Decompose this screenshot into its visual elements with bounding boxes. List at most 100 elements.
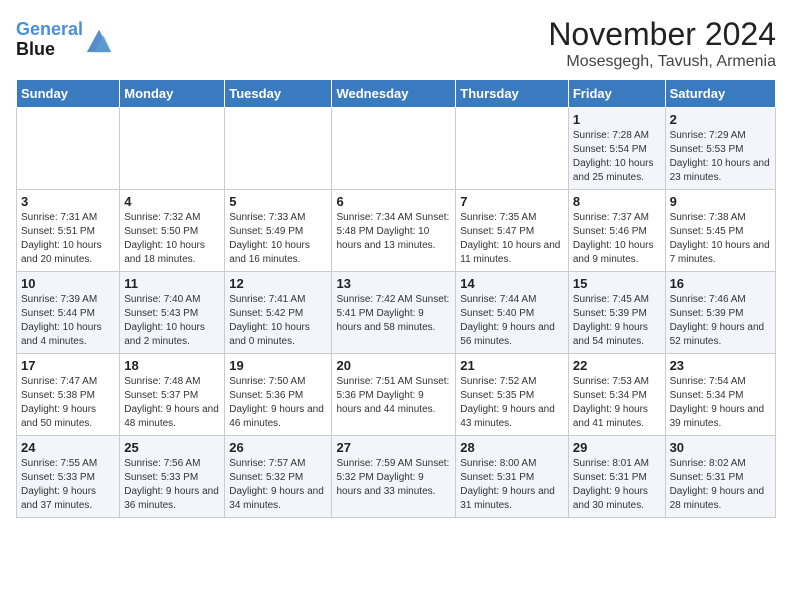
day-info: Sunrise: 7:59 AM Sunset: 5:32 PM Dayligh… xyxy=(336,457,451,499)
day-number: 20 xyxy=(336,358,451,373)
day-info: Sunrise: 7:52 AM Sunset: 5:35 PM Dayligh… xyxy=(460,375,564,431)
calendar-cell: 5 Sunrise: 7:33 AM Sunset: 5:49 PM Daylig… xyxy=(225,190,332,272)
calendar-cell: 9 Sunrise: 7:38 AM Sunset: 5:45 PM Daylig… xyxy=(665,190,775,272)
day-number: 14 xyxy=(460,276,564,291)
day-number: 11 xyxy=(124,276,220,291)
calendar-week-row: 24Sunrise: 7:55 AM Sunset: 5:33 PM Dayli… xyxy=(17,436,776,518)
day-number: 27 xyxy=(336,440,451,455)
day-number: 22 xyxy=(573,358,661,373)
day-number: 26 xyxy=(229,440,327,455)
calendar-week-row: 3Sunrise: 7:31 AM Sunset: 5:51 PM Daylig… xyxy=(17,190,776,272)
calendar-cell: 18Sunrise: 7:48 AM Sunset: 5:37 PM Dayli… xyxy=(120,354,225,436)
calendar-header-row: SundayMondayTuesdayWednesdayThursdayFrid… xyxy=(17,80,776,108)
calendar-cell: 30 Sunrise: 8:02 AM Sunset: 5:31 PM Dayli… xyxy=(665,436,775,518)
page-header: GeneralBlue November 2024 Mosesgegh, Tav… xyxy=(16,16,776,71)
day-info: Sunrise: 7:55 AM Sunset: 5:33 PM Dayligh… xyxy=(21,457,115,513)
calendar-cell: 6 Sunrise: 7:34 AM Sunset: 5:48 PM Daylig… xyxy=(332,190,456,272)
day-info: Sunrise: 7:37 AM Sunset: 5:46 PM Dayligh… xyxy=(573,211,661,267)
day-info: Sunrise: 7:42 AM Sunset: 5:41 PM Dayligh… xyxy=(336,293,451,335)
day-info: Sunrise: 8:00 AM Sunset: 5:31 PM Dayligh… xyxy=(460,457,564,513)
day-info: Sunrise: 7:38 AM Sunset: 5:45 PM Dayligh… xyxy=(670,211,771,267)
day-number: 12 xyxy=(229,276,327,291)
calendar-cell xyxy=(225,108,332,190)
main-title: November 2024 xyxy=(548,16,776,53)
day-number: 2 xyxy=(670,112,771,127)
calendar-cell: 22 Sunrise: 7:53 AM Sunset: 5:34 PM Dayli… xyxy=(568,354,665,436)
day-number: 30 xyxy=(670,440,771,455)
day-number: 6 xyxy=(336,194,451,209)
col-header-friday: Friday xyxy=(568,80,665,108)
day-number: 17 xyxy=(21,358,115,373)
calendar-cell: 7 Sunrise: 7:35 AM Sunset: 5:47 PM Daylig… xyxy=(456,190,569,272)
col-header-sunday: Sunday xyxy=(17,80,120,108)
col-header-tuesday: Tuesday xyxy=(225,80,332,108)
calendar-cell: 4 Sunrise: 7:32 AM Sunset: 5:50 PM Daylig… xyxy=(120,190,225,272)
day-info: Sunrise: 7:40 AM Sunset: 5:43 PM Dayligh… xyxy=(124,293,220,349)
day-number: 5 xyxy=(229,194,327,209)
calendar-week-row: 1 Sunrise: 7:28 AM Sunset: 5:54 PM Daylig… xyxy=(17,108,776,190)
calendar-cell: 1 Sunrise: 7:28 AM Sunset: 5:54 PM Daylig… xyxy=(568,108,665,190)
calendar-cell: 8Sunrise: 7:37 AM Sunset: 5:46 PM Daylig… xyxy=(568,190,665,272)
col-header-saturday: Saturday xyxy=(665,80,775,108)
col-header-wednesday: Wednesday xyxy=(332,80,456,108)
day-number: 3 xyxy=(21,194,115,209)
calendar-cell: 24Sunrise: 7:55 AM Sunset: 5:33 PM Dayli… xyxy=(17,436,120,518)
subtitle: Mosesgegh, Tavush, Armenia xyxy=(548,53,776,71)
calendar-cell: 3Sunrise: 7:31 AM Sunset: 5:51 PM Daylig… xyxy=(17,190,120,272)
day-info: Sunrise: 7:39 AM Sunset: 5:44 PM Dayligh… xyxy=(21,293,115,349)
day-number: 1 xyxy=(573,112,661,127)
calendar-cell: 28 Sunrise: 8:00 AM Sunset: 5:31 PM Dayli… xyxy=(456,436,569,518)
day-number: 15 xyxy=(573,276,661,291)
day-number: 21 xyxy=(460,358,564,373)
day-info: Sunrise: 7:33 AM Sunset: 5:49 PM Dayligh… xyxy=(229,211,327,267)
calendar-cell: 21 Sunrise: 7:52 AM Sunset: 5:35 PM Dayli… xyxy=(456,354,569,436)
day-number: 29 xyxy=(573,440,661,455)
calendar-cell: 29 Sunrise: 8:01 AM Sunset: 5:31 PM Dayli… xyxy=(568,436,665,518)
day-number: 4 xyxy=(124,194,220,209)
day-number: 9 xyxy=(670,194,771,209)
day-number: 10 xyxy=(21,276,115,291)
calendar-cell: 2 Sunrise: 7:29 AM Sunset: 5:53 PM Daylig… xyxy=(665,108,775,190)
day-info: Sunrise: 7:32 AM Sunset: 5:50 PM Dayligh… xyxy=(124,211,220,267)
calendar-cell: 11 Sunrise: 7:40 AM Sunset: 5:43 PM Dayli… xyxy=(120,272,225,354)
day-number: 13 xyxy=(336,276,451,291)
calendar-cell: 20 Sunrise: 7:51 AM Sunset: 5:36 PM Dayli… xyxy=(332,354,456,436)
day-info: Sunrise: 7:46 AM Sunset: 5:39 PM Dayligh… xyxy=(670,293,771,349)
day-info: Sunrise: 7:28 AM Sunset: 5:54 PM Dayligh… xyxy=(573,129,661,185)
day-info: Sunrise: 7:51 AM Sunset: 5:36 PM Dayligh… xyxy=(336,375,451,417)
col-header-thursday: Thursday xyxy=(456,80,569,108)
calendar-cell xyxy=(17,108,120,190)
day-info: Sunrise: 8:01 AM Sunset: 5:31 PM Dayligh… xyxy=(573,457,661,513)
calendar-cell: 10 Sunrise: 7:39 AM Sunset: 5:44 PM Dayli… xyxy=(17,272,120,354)
day-number: 25 xyxy=(124,440,220,455)
calendar-week-row: 17Sunrise: 7:47 AM Sunset: 5:38 PM Dayli… xyxy=(17,354,776,436)
day-info: Sunrise: 7:41 AM Sunset: 5:42 PM Dayligh… xyxy=(229,293,327,349)
day-number: 16 xyxy=(670,276,771,291)
day-info: Sunrise: 7:35 AM Sunset: 5:47 PM Dayligh… xyxy=(460,211,564,267)
logo-icon xyxy=(85,26,113,54)
day-info: Sunrise: 7:53 AM Sunset: 5:34 PM Dayligh… xyxy=(573,375,661,431)
day-info: Sunrise: 7:34 AM Sunset: 5:48 PM Dayligh… xyxy=(336,211,451,253)
calendar-cell: 26Sunrise: 7:57 AM Sunset: 5:32 PM Dayli… xyxy=(225,436,332,518)
calendar-cell: 14Sunrise: 7:44 AM Sunset: 5:40 PM Dayli… xyxy=(456,272,569,354)
calendar-cell: 27 Sunrise: 7:59 AM Sunset: 5:32 PM Dayli… xyxy=(332,436,456,518)
calendar-cell: 25 Sunrise: 7:56 AM Sunset: 5:33 PM Dayli… xyxy=(120,436,225,518)
day-info: Sunrise: 7:56 AM Sunset: 5:33 PM Dayligh… xyxy=(124,457,220,513)
day-info: Sunrise: 7:29 AM Sunset: 5:53 PM Dayligh… xyxy=(670,129,771,185)
day-info: Sunrise: 8:02 AM Sunset: 5:31 PM Dayligh… xyxy=(670,457,771,513)
calendar-cell: 12 Sunrise: 7:41 AM Sunset: 5:42 PM Dayli… xyxy=(225,272,332,354)
calendar-cell: 23Sunrise: 7:54 AM Sunset: 5:34 PM Dayli… xyxy=(665,354,775,436)
calendar-cell: 15Sunrise: 7:45 AM Sunset: 5:39 PM Dayli… xyxy=(568,272,665,354)
day-info: Sunrise: 7:54 AM Sunset: 5:34 PM Dayligh… xyxy=(670,375,771,431)
calendar-cell xyxy=(456,108,569,190)
day-number: 7 xyxy=(460,194,564,209)
calendar-cell: 19Sunrise: 7:50 AM Sunset: 5:36 PM Dayli… xyxy=(225,354,332,436)
calendar-table: SundayMondayTuesdayWednesdayThursdayFrid… xyxy=(16,79,776,518)
title-block: November 2024 Mosesgegh, Tavush, Armenia xyxy=(548,16,776,71)
logo: GeneralBlue xyxy=(16,20,113,60)
logo-text: GeneralBlue xyxy=(16,20,83,60)
day-number: 19 xyxy=(229,358,327,373)
day-number: 28 xyxy=(460,440,564,455)
day-number: 18 xyxy=(124,358,220,373)
calendar-cell xyxy=(332,108,456,190)
